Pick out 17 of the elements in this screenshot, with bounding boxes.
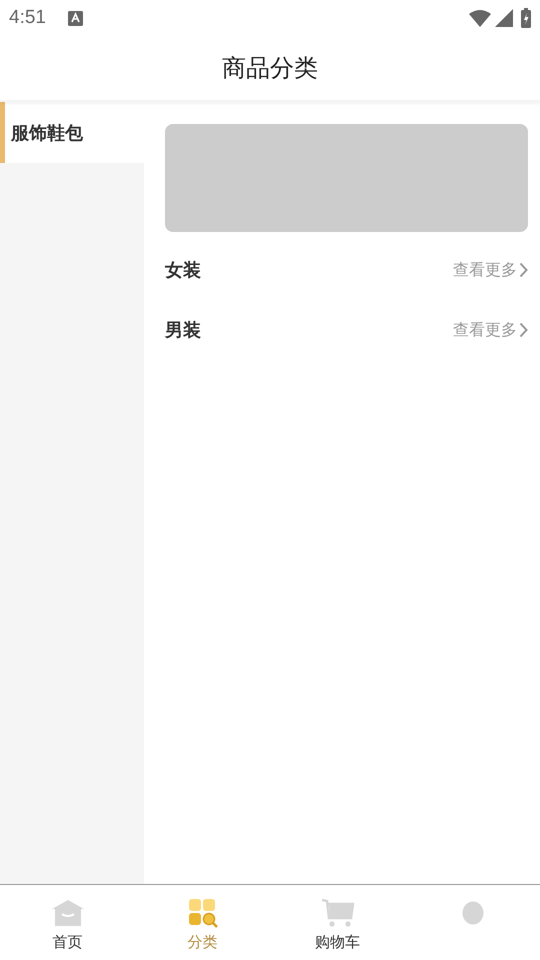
keyboard-icon bbox=[68, 10, 83, 26]
chevron-right-icon bbox=[519, 322, 528, 338]
tab-item[interactable]: 购物车 bbox=[270, 885, 405, 960]
page-title: 商品分类 bbox=[222, 53, 318, 84]
category-icon bbox=[188, 898, 218, 928]
cart-icon bbox=[320, 898, 354, 928]
chevron-right-icon bbox=[519, 262, 528, 278]
tab-item[interactable]: 首页 bbox=[0, 885, 135, 960]
section-title: 女装 bbox=[165, 259, 202, 282]
avatar-icon bbox=[462, 901, 484, 925]
wifi-icon bbox=[469, 9, 491, 27]
signal-icon bbox=[495, 9, 513, 27]
section-title: 男装 bbox=[165, 319, 202, 342]
status-time: 4:51 bbox=[9, 7, 46, 29]
category-item[interactable]: 服饰鞋包 bbox=[0, 102, 144, 163]
battery-icon bbox=[521, 8, 531, 28]
home-icon bbox=[50, 899, 84, 927]
